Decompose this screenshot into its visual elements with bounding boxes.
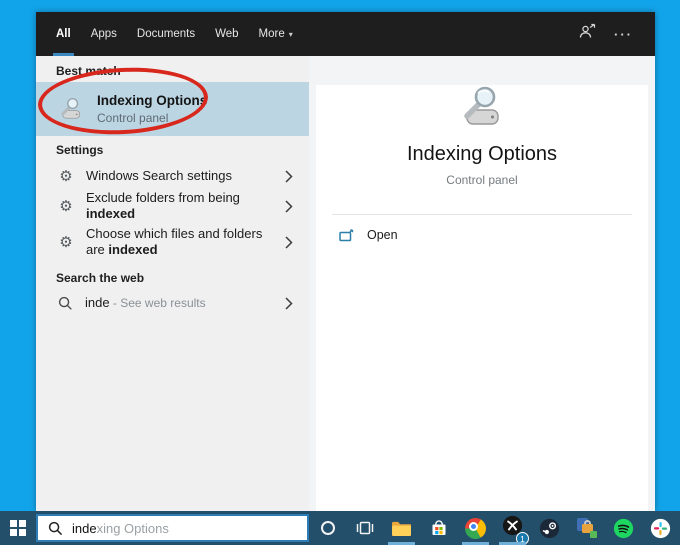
start-search-panel: All Apps Documents Web More ▾ ··· Best ma… — [36, 12, 655, 511]
cortana-icon — [321, 521, 335, 535]
desktop: All Apps Documents Web More ▾ ··· Best ma… — [0, 0, 680, 545]
result-label: Exclude folders from being indexed — [86, 190, 278, 223]
filter-tabs: All Apps Documents Web More ▾ — [56, 12, 293, 56]
results-list: Best match Indexing Options Control pane… — [36, 56, 309, 511]
indexing-options-icon-large — [458, 85, 506, 129]
result-label: Windows Search settings — [86, 168, 278, 184]
microsoft-store-icon — [429, 518, 449, 538]
security-lock-icon — [577, 518, 597, 538]
spotify-button[interactable] — [605, 511, 642, 545]
search-typed-text: inde — [72, 521, 97, 536]
search-icon — [48, 521, 63, 536]
tab-all[interactable]: All — [56, 12, 71, 56]
preview-pane: Indexing Options Control panel Open — [309, 56, 655, 511]
file-explorer-icon — [391, 520, 412, 537]
tab-more-label: More — [259, 28, 285, 40]
tab-documents-label: Documents — [137, 28, 195, 40]
search-icon — [58, 296, 73, 311]
chrome-button[interactable] — [457, 511, 494, 545]
search-results-body: Best match Indexing Options Control pane… — [36, 56, 655, 511]
gear-icon: ⚙ — [58, 233, 74, 251]
xbox-icon: 1 — [502, 515, 523, 541]
task-view-button[interactable] — [346, 511, 383, 545]
settings-section-label: Settings — [56, 143, 309, 157]
best-match-title: Indexing Options — [97, 93, 207, 108]
taskbar: inde xing Options — [0, 511, 680, 545]
tab-apps[interactable]: Apps — [91, 12, 117, 56]
chevron-right-icon — [285, 170, 293, 183]
best-match-section-label: Best match — [56, 56, 309, 78]
spotify-icon — [613, 518, 634, 539]
web-search-result[interactable]: inde - See web results — [36, 289, 309, 317]
task-view-icon — [355, 519, 375, 537]
settings-result-exclude-folders[interactable]: ⚙ Exclude folders from being indexed — [36, 192, 309, 220]
best-match-result[interactable]: Indexing Options Control panel — [36, 82, 309, 136]
search-autocomplete-text: xing Options — [97, 521, 169, 536]
settings-result-windows-search[interactable]: ⚙ Windows Search settings — [36, 162, 309, 190]
gear-icon: ⚙ — [58, 197, 74, 215]
web-section-label: Search the web — [56, 271, 309, 285]
header-actions: ··· — [579, 12, 655, 56]
security-app-button[interactable] — [568, 511, 605, 545]
tab-web-label: Web — [215, 28, 238, 40]
windows-logo-icon — [10, 520, 26, 536]
tab-more[interactable]: More ▾ — [259, 12, 293, 56]
xbox-button[interactable]: 1 — [494, 511, 531, 545]
tab-all-label: All — [56, 28, 71, 40]
chevron-right-icon — [285, 236, 293, 249]
chevron-right-icon — [285, 200, 293, 213]
chevron-down-icon: ▾ — [289, 30, 293, 39]
more-options-icon[interactable]: ··· — [614, 27, 633, 42]
best-match-text: Indexing Options Control panel — [97, 93, 207, 125]
gear-icon: ⚙ — [58, 167, 74, 185]
search-header: All Apps Documents Web More ▾ ··· — [36, 12, 655, 56]
open-action[interactable]: Open — [316, 215, 648, 242]
tab-web[interactable]: Web — [215, 12, 238, 56]
open-window-icon — [339, 229, 354, 242]
preview-title: Indexing Options — [316, 143, 648, 166]
preview-card: Indexing Options Control panel Open — [316, 85, 648, 533]
preview-subtitle: Control panel — [316, 173, 648, 187]
tab-apps-label: Apps — [91, 28, 117, 40]
indexing-options-icon — [58, 97, 84, 121]
settings-result-choose-files[interactable]: ⚙ Choose which files and folders are ind… — [36, 222, 309, 262]
slack-button[interactable] — [642, 511, 679, 545]
account-feedback-icon[interactable] — [579, 23, 596, 45]
result-label: Choose which files and folders are index… — [86, 226, 278, 259]
chrome-icon — [465, 518, 486, 539]
taskbar-search-input[interactable]: inde xing Options — [36, 514, 309, 542]
open-action-label: Open — [367, 228, 398, 242]
file-explorer-button[interactable] — [383, 511, 420, 545]
slack-icon — [650, 518, 671, 539]
microsoft-store-button[interactable] — [420, 511, 457, 545]
best-match-subtitle: Control panel — [97, 111, 207, 125]
start-button[interactable] — [0, 511, 36, 545]
result-label: inde - See web results — [85, 295, 277, 311]
steam-button[interactable] — [531, 511, 568, 545]
xbox-notification-badge: 1 — [516, 532, 529, 545]
chevron-right-icon — [285, 297, 293, 310]
cortana-button[interactable] — [309, 511, 346, 545]
tab-documents[interactable]: Documents — [137, 12, 195, 56]
steam-icon — [539, 518, 560, 539]
